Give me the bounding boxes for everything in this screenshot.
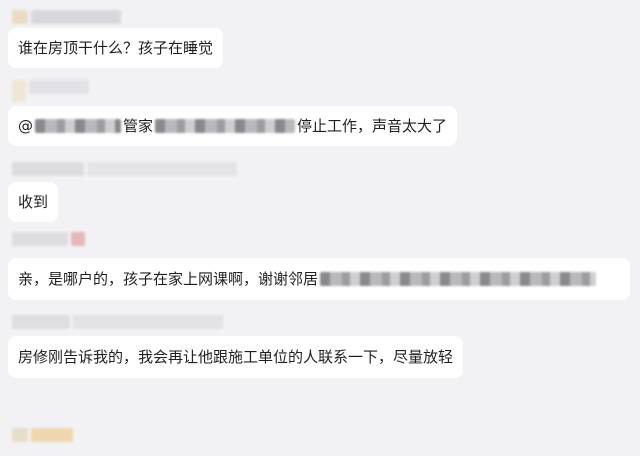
chat-thread: 谁在房顶干什么？孩子在睡觉 @ 管家 停止工作，声音太大了 收到 亲，是哪户的，… [0, 0, 640, 456]
mention-at: @ [18, 117, 33, 135]
sender-name-blurred [12, 315, 223, 329]
sender-name-blurred [12, 162, 237, 176]
mention-name-suffix: 管家 [123, 117, 154, 135]
message-text: 谁在房顶干什么？孩子在睡觉 [18, 39, 214, 57]
message-bubble[interactable]: 亲，是哪户的，孩子在家上网课啊，谢谢邻居 [8, 258, 630, 300]
sender-name-blurred [12, 10, 121, 24]
redacted-name [35, 119, 121, 133]
message-text: 房修刚告诉我的，我会再让他跟施工单位的人联系一下，尽量放轻 [18, 348, 454, 366]
message-text: 停止工作，声音太大了 [297, 117, 448, 135]
message-bubble[interactable]: 房修刚告诉我的，我会再让他跟施工单位的人联系一下，尽量放轻 [8, 336, 464, 378]
message-bubble[interactable]: @ 管家 停止工作，声音太大了 [8, 106, 458, 146]
message-text: 收到 [18, 193, 49, 211]
sender-name-blurred [12, 428, 73, 442]
sender-name-blurred [12, 232, 85, 246]
message-bubble[interactable]: 谁在房顶干什么？孩子在睡觉 [8, 28, 224, 68]
message-bubble[interactable]: 收到 [8, 182, 59, 222]
redacted-text [320, 272, 597, 286]
redacted-text [155, 119, 296, 133]
message-text: 亲，是哪户的，孩子在家上网课啊，谢谢邻居 [18, 270, 319, 288]
sender-name-blurred [12, 80, 89, 102]
